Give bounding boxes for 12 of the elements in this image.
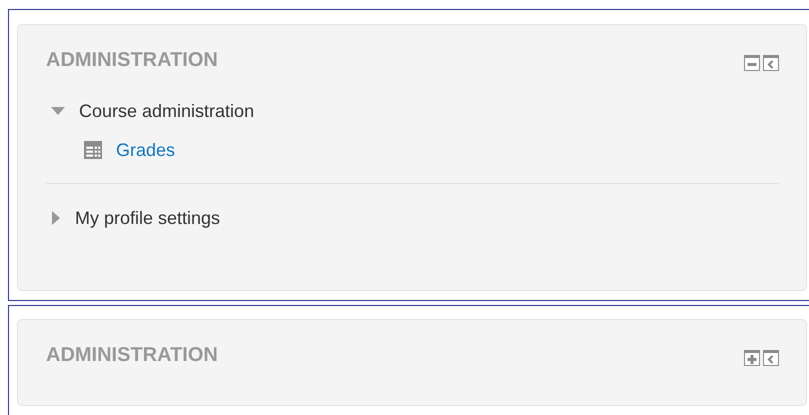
- grades-link[interactable]: Grades: [116, 140, 176, 160]
- collapsed-arrow-icon[interactable]: [50, 210, 62, 226]
- block-title: ADMINISTRATION: [46, 48, 218, 72]
- expanded-arrow-icon[interactable]: [50, 105, 66, 117]
- tree-item[interactable]: My profile settings: [75, 208, 220, 228]
- dock-icon[interactable]: [763, 350, 779, 366]
- block-title: ADMINISTRATION: [46, 344, 218, 366]
- tree-item[interactable]: Course administration: [79, 100, 254, 122]
- expand-icon[interactable]: [744, 350, 760, 366]
- dock-icon[interactable]: [763, 55, 779, 71]
- collapse-icon[interactable]: [744, 55, 760, 71]
- table-icon: [84, 141, 102, 159]
